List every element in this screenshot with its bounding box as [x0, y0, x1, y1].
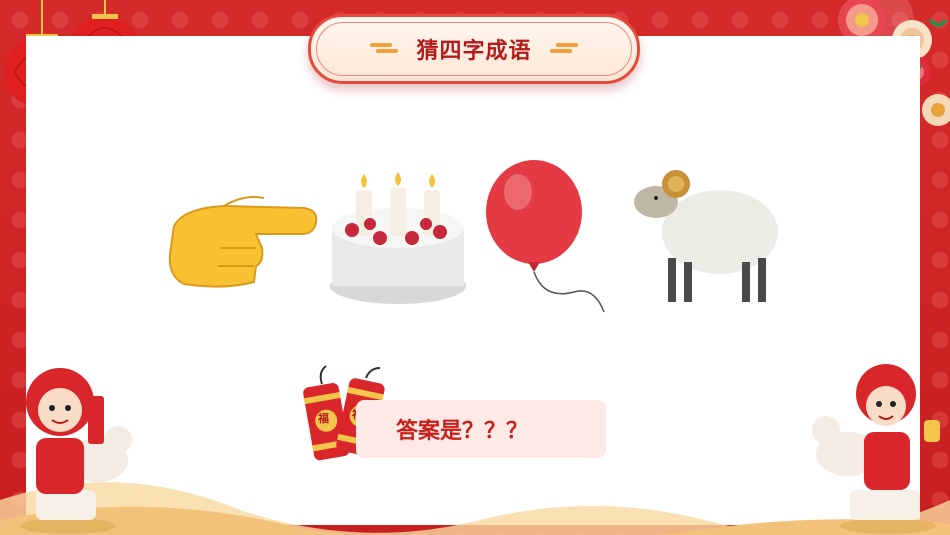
birthday-cake-icon [330, 172, 466, 304]
firecracker-char: 福 [318, 412, 329, 425]
balloon-icon [486, 160, 605, 313]
cloud-ornament-icon [549, 43, 580, 55]
lion-dance-child-right-icon [812, 364, 940, 534]
pointing-hand-icon [168, 196, 318, 288]
sheep-icon [634, 170, 778, 302]
lion-dance-child-left-icon [20, 368, 132, 534]
cloud-ornament-icon [368, 43, 399, 55]
title-plaque: 猜四字成语 [308, 14, 640, 84]
page-title: 猜四字成语 [416, 39, 532, 64]
